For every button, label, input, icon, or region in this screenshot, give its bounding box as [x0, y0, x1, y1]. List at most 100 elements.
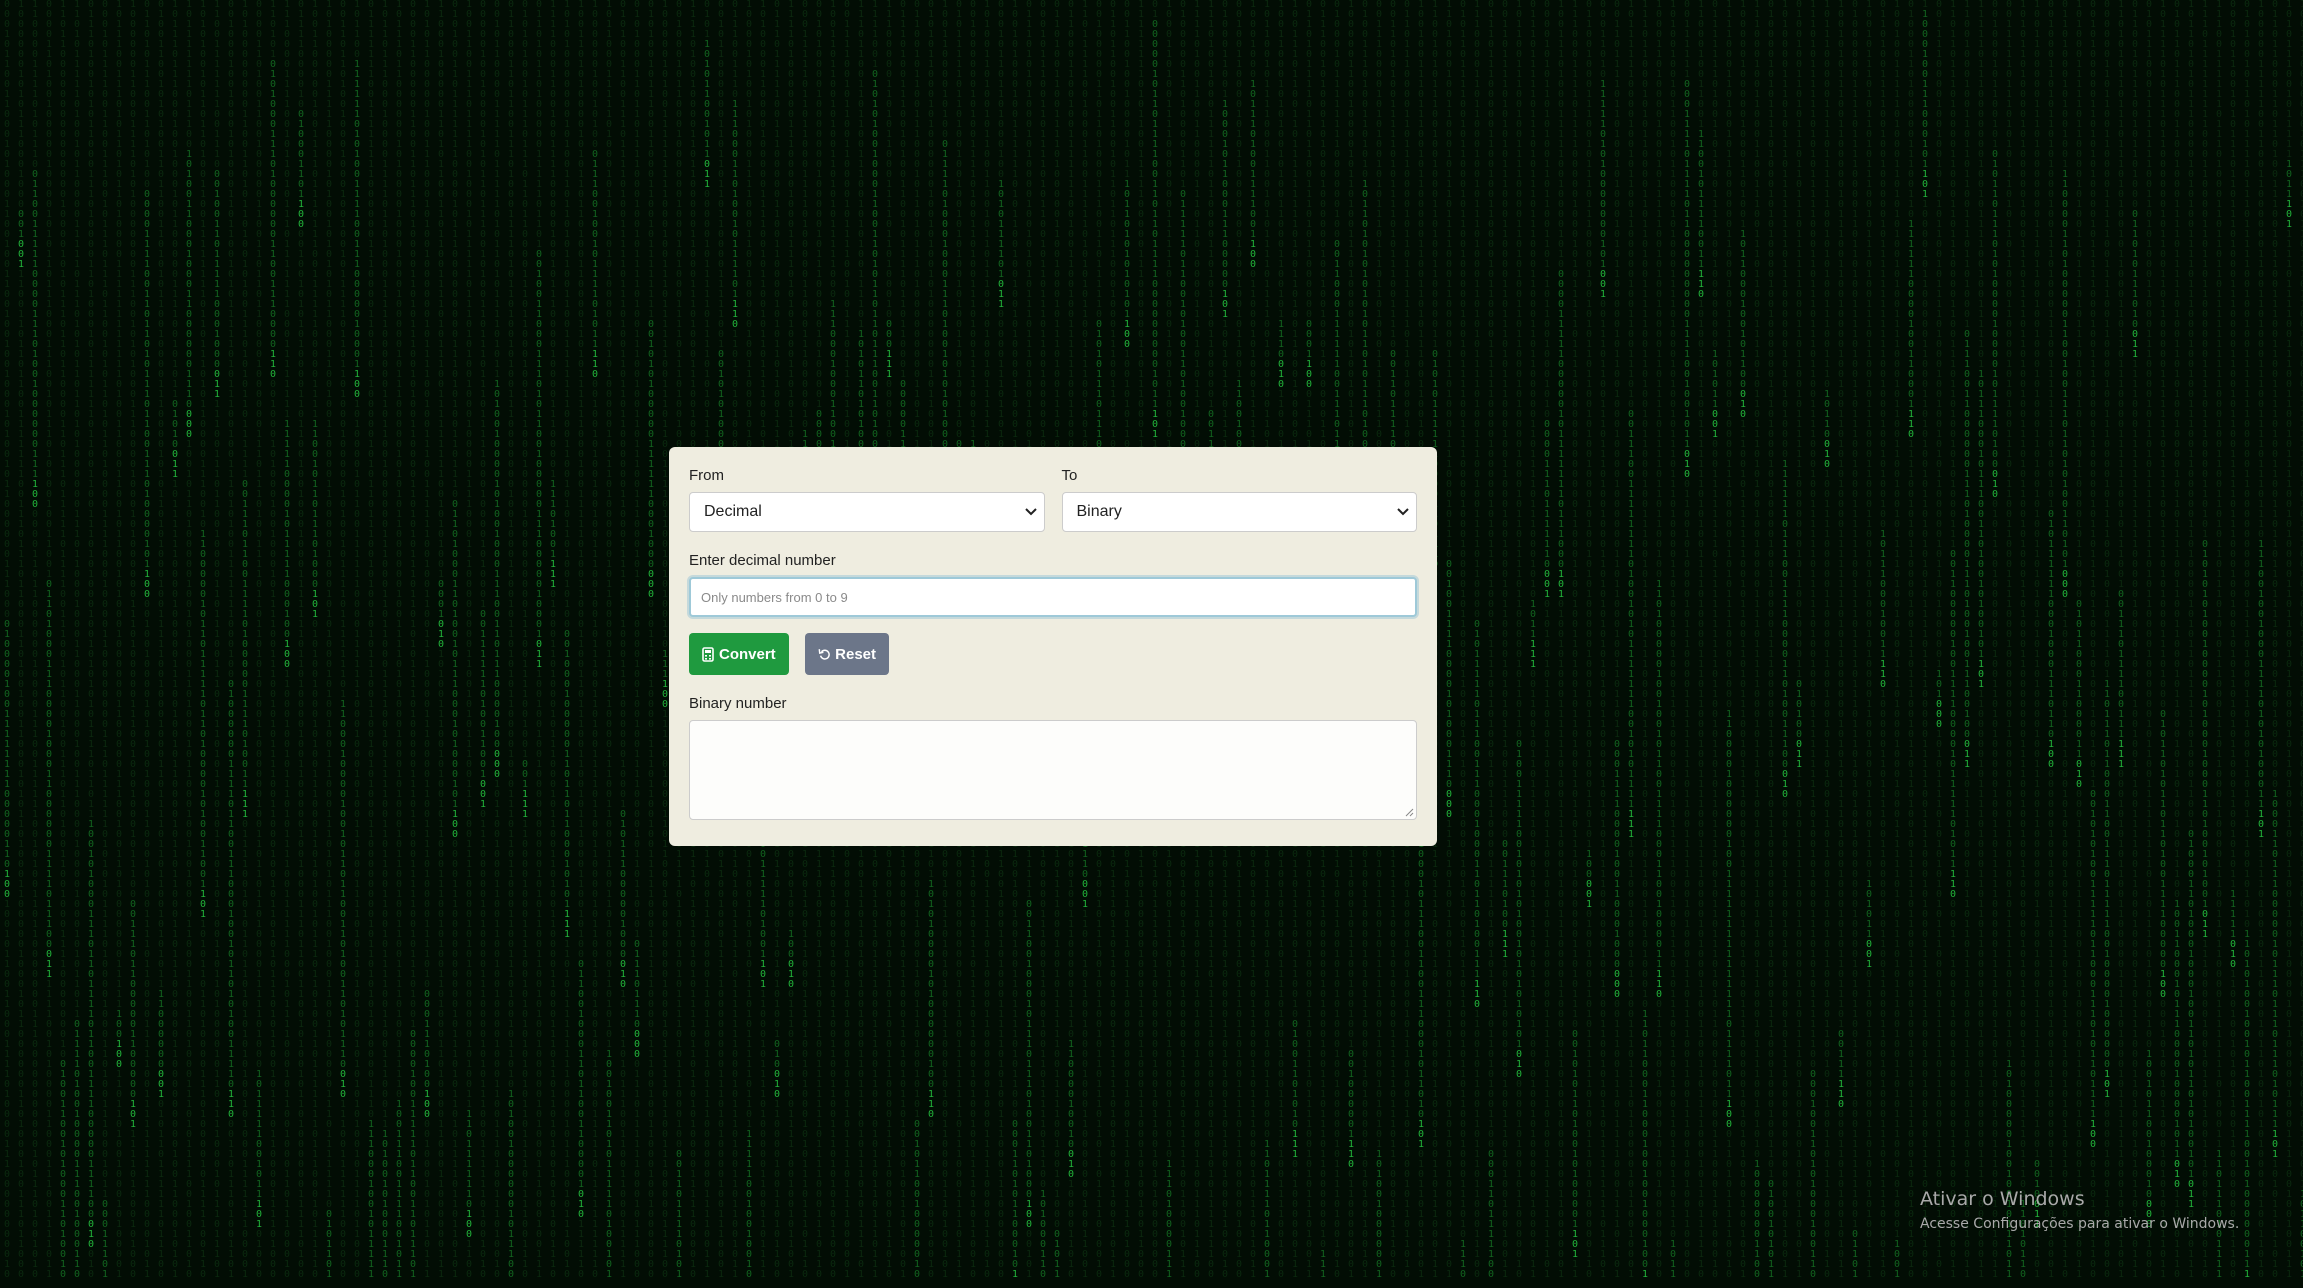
matrix-column: 1 0 1 1 0 1 0 1 0 1 1 1 0 0 0 0 1 0 1 0 … — [2186, 0, 2196, 1280]
matrix-column: 1 0 0 1 0 1 1 1 0 1 0 1 1 0 1 0 1 1 1 0 … — [1864, 0, 1874, 1280]
matrix-column: 1 0 0 0 0 0 0 1 1 0 0 0 1 1 1 1 0 1 0 1 … — [128, 0, 138, 1280]
chevron-down-icon — [1397, 508, 1409, 516]
matrix-column: 0 0 0 1 1 0 1 0 1 1 1 1 1 0 1 0 1 0 0 0 … — [1598, 0, 1608, 1280]
matrix-column: 0 1 0 0 0 1 1 0 1 0 0 0 0 0 1 1 1 0 0 1 … — [1906, 0, 1916, 1280]
matrix-column: 1 0 0 0 0 0 1 0 0 0 0 0 1 0 0 0 1 1 0 1 … — [1738, 0, 1748, 1280]
matrix-column: 1 0 1 1 0 0 1 1 1 1 1 1 0 1 0 1 0 0 1 1 … — [352, 0, 362, 1280]
matrix-column: 1 0 0 1 1 0 1 0 1 0 0 0 0 1 0 1 0 1 1 0 … — [576, 0, 586, 1280]
matrix-column: 1 0 0 0 0 0 0 1 0 1 0 1 1 1 0 0 0 1 0 0 … — [16, 0, 26, 1280]
reset-button-label: Reset — [835, 646, 876, 663]
matrix-column: 0 1 0 1 0 0 1 1 0 0 1 1 1 0 1 1 1 1 0 1 … — [618, 0, 628, 1280]
matrix-column: 1 1 0 1 1 0 1 1 1 0 1 0 0 0 0 1 1 0 0 0 … — [1948, 0, 1958, 1280]
number-input[interactable] — [691, 579, 1415, 615]
matrix-column: 0 1 1 0 0 1 0 1 1 1 0 0 1 0 1 1 0 1 0 0 … — [2130, 0, 2140, 1280]
matrix-column: 0 0 0 0 1 1 0 0 0 0 0 1 1 0 0 1 1 0 1 1 … — [408, 0, 418, 1280]
matrix-column: 0 0 1 1 0 1 1 1 1 0 1 0 1 0 1 0 1 1 1 0 … — [1500, 0, 1510, 1280]
matrix-column: 1 1 0 0 1 1 1 1 1 1 1 0 0 1 1 1 0 0 0 1 … — [212, 0, 222, 1280]
chevron-down-icon — [1024, 508, 1037, 516]
matrix-column: 1 0 1 1 1 1 1 1 0 0 0 0 1 0 0 1 0 1 1 0 … — [1626, 0, 1636, 1280]
matrix-column: 0 1 0 0 1 0 0 1 1 0 1 0 1 1 1 0 1 1 0 1 … — [1794, 0, 1804, 1280]
matrix-column: 1 0 1 1 0 0 1 1 1 0 0 1 0 0 1 1 1 1 0 0 … — [1514, 0, 1524, 1280]
matrix-column: 1 1 0 0 0 1 0 0 0 0 0 1 1 0 1 0 1 1 0 0 … — [436, 0, 446, 1280]
matrix-column: 0 0 1 0 0 0 1 0 0 1 0 0 0 1 0 1 0 0 0 1 … — [226, 0, 236, 1280]
matrix-column: 1 1 1 1 0 0 0 1 1 0 0 1 0 0 1 1 1 1 0 0 … — [548, 0, 558, 1280]
matrix-column: 1 0 1 1 1 1 1 1 1 0 1 1 1 0 0 1 0 1 0 0 … — [184, 0, 194, 1280]
matrix-column: 1 1 1 0 0 0 1 1 1 1 0 1 1 1 1 0 0 0 0 0 … — [1570, 0, 1580, 1280]
matrix-column: 1 1 1 0 0 0 1 0 0 1 1 0 0 0 1 1 0 0 1 1 … — [1752, 0, 1762, 1280]
matrix-column: 1 0 1 0 1 0 0 1 0 1 1 0 1 1 0 1 0 0 1 1 … — [198, 0, 208, 1280]
matrix-column: 0 1 0 1 0 0 1 0 1 1 0 1 0 1 1 1 1 0 1 1 … — [2242, 0, 2252, 1280]
matrix-column: 1 0 1 1 0 0 0 1 1 1 1 1 0 1 0 0 0 1 0 1 … — [604, 0, 614, 1280]
matrix-column: 0 1 1 0 1 0 0 1 1 1 1 0 0 1 0 0 1 0 0 0 … — [1878, 0, 1888, 1280]
matrix-column: 1 0 0 1 1 0 0 0 0 0 1 1 1 0 1 0 0 0 0 0 … — [2032, 0, 2042, 1280]
matrix-column: 0 0 1 0 0 0 1 0 1 1 0 0 1 0 1 0 1 0 1 1 … — [1990, 0, 2000, 1280]
matrix-column: 1 0 1 1 1 0 1 1 1 0 0 0 1 0 0 1 0 0 0 1 … — [170, 0, 180, 1280]
matrix-column: 0 0 0 0 1 0 1 0 1 1 0 1 0 1 0 0 1 1 0 1 … — [1542, 0, 1552, 1280]
matrix-column: 1 0 0 1 0 0 1 1 1 1 1 0 1 0 0 0 1 1 0 1 … — [1892, 0, 1902, 1280]
resize-grip-icon[interactable] — [1405, 808, 1414, 817]
matrix-column: 0 0 0 0 0 0 1 1 0 1 1 0 0 1 1 0 0 0 0 1 … — [2102, 0, 2112, 1280]
output-textarea-wrapper — [689, 720, 1417, 820]
matrix-column: 1 1 0 0 0 1 0 0 1 1 0 0 1 1 1 0 0 1 0 1 … — [1696, 0, 1706, 1280]
matrix-column: 0 1 0 1 0 0 1 1 0 1 1 1 1 1 1 1 0 0 0 0 … — [450, 0, 460, 1280]
to-group: To Binary — [1061, 467, 1418, 532]
matrix-column: 0 0 0 0 1 1 0 1 0 0 1 1 0 0 1 0 0 0 0 0 … — [254, 0, 264, 1280]
matrix-column: 0 1 1 0 0 1 0 0 0 1 1 1 0 0 1 0 1 1 1 0 … — [1584, 0, 1594, 1280]
matrix-column: 0 1 1 1 0 1 0 0 1 0 1 0 1 1 0 0 0 1 1 1 … — [86, 0, 96, 1280]
matrix-column: 1 1 0 1 1 0 0 0 0 0 0 0 0 0 0 0 0 0 0 0 … — [58, 0, 68, 1280]
matrix-column: 1 0 1 0 0 0 0 0 0 0 0 1 1 0 0 1 1 0 1 0 … — [240, 0, 250, 1280]
matrix-column: 0 1 1 1 1 0 0 0 0 1 0 0 1 0 0 0 1 1 0 1 … — [296, 0, 306, 1280]
matrix-column: 0 1 1 0 0 0 1 1 0 1 1 0 0 1 1 1 0 1 0 0 … — [506, 0, 516, 1280]
calculator-icon — [702, 646, 714, 662]
matrix-column: 0 1 0 1 0 0 1 0 1 1 1 0 0 1 1 0 0 0 1 1 … — [646, 0, 656, 1280]
matrix-column: 0 1 0 1 0 1 0 0 1 0 1 1 1 0 1 1 1 0 1 1 … — [520, 0, 530, 1280]
reset-button[interactable]: Reset — [805, 633, 889, 675]
matrix-column: 0 1 1 0 1 0 1 1 0 1 0 0 0 0 0 1 1 1 1 1 … — [534, 0, 544, 1280]
matrix-column: 0 1 1 0 1 0 1 1 1 0 0 1 1 0 1 0 1 0 0 0 … — [142, 0, 152, 1280]
matrix-column: 0 1 0 1 0 0 0 1 1 0 1 1 0 1 1 1 1 0 0 0 … — [632, 0, 642, 1280]
to-select[interactable]: Binary — [1061, 492, 1417, 532]
watermark-title: Ativar o Windows — [1920, 1188, 2239, 1210]
convert-button[interactable]: Convert — [689, 633, 789, 675]
unit-selectors: From Decimal To Binary — [689, 467, 1417, 532]
matrix-column: 1 0 1 0 0 0 0 1 1 1 0 1 0 1 1 1 0 1 1 1 … — [1780, 0, 1790, 1280]
matrix-column: 0 1 0 1 1 0 1 1 1 1 0 0 1 0 1 1 0 0 0 1 … — [1458, 0, 1468, 1280]
button-row: Convert Reset — [689, 633, 1417, 675]
matrix-column: 1 0 1 1 0 1 1 1 0 0 0 1 0 0 0 0 1 1 1 1 … — [380, 0, 390, 1280]
matrix-column: 1 1 1 0 1 1 1 1 1 1 1 1 1 0 0 0 1 1 0 0 … — [2200, 0, 2210, 1280]
matrix-column: 0 0 0 1 0 1 1 0 0 1 0 1 0 1 1 1 0 1 1 0 … — [2228, 0, 2238, 1280]
matrix-column: 1 1 1 0 1 0 1 1 1 1 1 1 0 1 0 1 0 1 1 1 … — [1808, 0, 1818, 1280]
matrix-column: 1 1 1 0 0 0 0 1 1 1 1 0 0 1 0 1 1 0 1 0 … — [282, 0, 292, 1280]
matrix-column: 1 0 1 0 1 0 0 0 0 0 0 0 1 0 1 0 0 1 1 0 … — [562, 0, 572, 1280]
output-label: Binary number — [689, 695, 1417, 712]
matrix-column: 0 0 1 0 1 0 0 0 0 0 1 1 0 1 0 1 0 1 0 0 … — [2088, 0, 2098, 1280]
matrix-column: 0 0 0 1 0 1 1 0 0 1 1 0 0 0 1 0 1 0 0 0 … — [2, 0, 12, 1280]
input-label: Enter decimal number — [689, 552, 1417, 569]
matrix-column: 0 1 1 1 1 1 1 1 0 1 0 0 1 1 0 1 1 0 0 1 … — [1710, 0, 1720, 1280]
matrix-column: 1 1 0 1 0 0 0 1 0 0 1 1 0 0 0 1 0 1 1 1 … — [1444, 0, 1454, 1280]
matrix-column: 0 1 0 0 0 0 0 0 1 1 1 1 0 1 1 1 1 0 0 0 … — [1850, 0, 1860, 1280]
matrix-column: 0 1 0 0 0 0 1 0 1 0 1 1 1 1 0 1 0 0 0 1 … — [1766, 0, 1776, 1280]
matrix-column: 1 0 1 0 0 0 1 1 1 1 1 0 1 1 0 0 0 0 1 0 … — [2074, 0, 2084, 1280]
from-label: From — [689, 467, 1045, 484]
from-select[interactable]: Decimal — [689, 492, 1045, 532]
matrix-column: 0 0 1 0 0 0 1 1 0 1 0 1 1 0 1 0 1 0 0 0 … — [2046, 0, 2056, 1280]
matrix-column: 1 1 0 0 1 0 0 0 1 0 0 1 1 0 1 1 0 1 1 0 … — [1962, 0, 1972, 1280]
matrix-column: 1 0 0 0 0 0 1 1 1 1 1 0 0 1 1 0 0 1 1 0 … — [2256, 0, 2266, 1280]
matrix-column: 1 0 0 1 1 0 0 1 1 1 0 1 1 1 1 0 0 1 0 0 … — [464, 0, 474, 1280]
watermark-subtitle: Acesse Configurações para ativar o Windo… — [1920, 1216, 2239, 1232]
matrix-column: 1 0 0 1 1 1 0 1 0 0 0 1 1 1 1 1 0 0 1 0 … — [1556, 0, 1566, 1280]
matrix-column: 1 1 0 1 0 1 0 1 0 1 0 0 0 1 1 1 0 1 0 0 … — [268, 0, 278, 1280]
to-label: To — [1062, 467, 1418, 484]
matrix-column: 0 1 1 0 1 0 0 0 1 0 1 0 0 1 0 0 1 1 1 0 … — [2060, 0, 2070, 1280]
matrix-column: 1 0 1 1 1 1 0 1 0 1 1 1 0 1 1 0 0 0 0 0 … — [2158, 0, 2168, 1280]
matrix-column: 1 0 1 0 0 0 0 0 1 1 1 1 1 0 0 0 0 1 0 1 … — [324, 0, 334, 1280]
matrix-column: 1 0 1 0 1 1 1 0 0 1 0 1 1 1 1 1 1 0 1 1 … — [2284, 0, 2294, 1280]
matrix-column: 0 1 0 1 1 1 0 0 0 1 1 1 1 1 1 1 1 0 0 1 … — [2144, 0, 2154, 1280]
matrix-column: 1 1 1 0 1 1 0 0 0 1 0 1 0 1 1 0 0 0 0 1 … — [1640, 0, 1650, 1280]
from-group: From Decimal — [689, 467, 1045, 532]
matrix-column: 1 0 0 1 1 0 0 0 0 0 1 0 0 1 1 1 1 0 1 1 … — [310, 0, 320, 1280]
matrix-column: 1 0 0 1 0 1 0 1 1 1 0 0 1 1 0 0 0 0 0 1 … — [1836, 0, 1846, 1280]
matrix-column: 0 0 1 1 1 1 1 0 1 1 1 0 1 0 1 0 1 1 1 0 … — [2004, 0, 2014, 1280]
output-textarea[interactable] — [690, 721, 1416, 819]
